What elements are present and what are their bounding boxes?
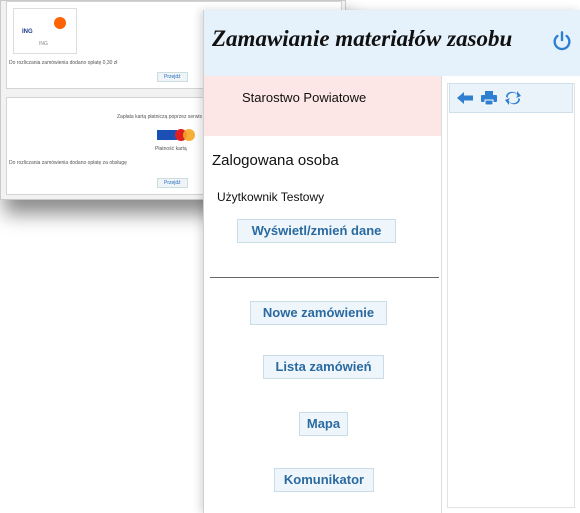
card-brand-icon xyxy=(157,128,197,142)
map-button[interactable]: Mapa xyxy=(299,412,348,436)
back-arrow-icon[interactable] xyxy=(456,90,474,106)
page-title: Zamawianie materiałów zasobu xyxy=(212,26,513,51)
order-materials-window: Zamawianie materiałów zasobu Starostwo P… xyxy=(203,10,580,513)
logged-user-heading: Zalogowana osoba xyxy=(212,152,339,169)
power-icon[interactable] xyxy=(551,30,573,52)
card-fee-note: Do rozliczania zamówienia dodano opłatę … xyxy=(9,160,127,166)
app-header: Zamawianie materiałów zasobu xyxy=(204,10,580,76)
organization-box: Starostwo Powiatowe xyxy=(204,76,441,136)
sidebar: Starostwo Powiatowe Zalogowana osoba Uży… xyxy=(204,76,442,513)
organization-name: Starostwo Powiatowe xyxy=(242,90,367,105)
proceed-button[interactable]: Przejdź xyxy=(157,72,188,82)
view-edit-data-button[interactable]: Wyświetl/zmień dane xyxy=(237,219,396,243)
bank-logo: ING xyxy=(22,29,33,35)
card-label: Płatność kartą xyxy=(155,146,187,152)
messenger-button[interactable]: Komunikator xyxy=(274,468,374,492)
refresh-icon[interactable] xyxy=(504,90,522,106)
divider xyxy=(210,277,439,278)
bank-sub-label: ING xyxy=(39,41,48,47)
user-name: Użytkownik Testowy xyxy=(217,190,325,204)
bank-tile[interactable]: ING ING xyxy=(13,8,77,54)
fee-note: Do rozliczania zamówienia dodano opłatę … xyxy=(9,60,118,66)
lion-icon xyxy=(54,17,66,29)
toolbar xyxy=(449,83,573,113)
card-proceed-button[interactable]: Przejdź xyxy=(157,178,188,188)
order-list-button[interactable]: Lista zamówień xyxy=(263,355,384,379)
content-area xyxy=(447,83,575,508)
new-order-button[interactable]: Nowe zamówienie xyxy=(250,301,387,325)
print-icon[interactable] xyxy=(480,90,498,106)
card-heading: Zapłata kartą płatniczą poprzez serwis xyxy=(117,114,203,120)
